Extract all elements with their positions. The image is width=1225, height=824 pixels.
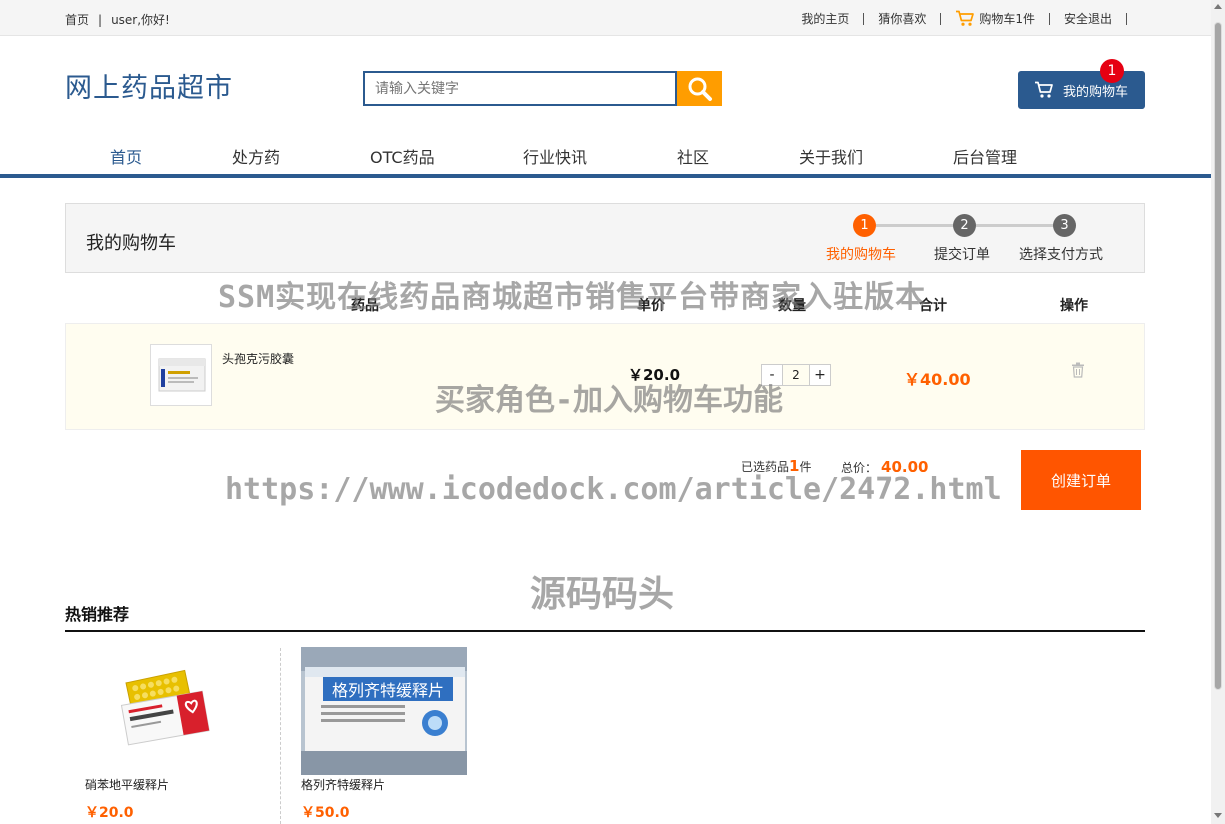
medicine-box-image: 格列齐特缓释片 [301, 647, 467, 775]
my-cart-button[interactable]: 我的购物车 1 [1018, 59, 1145, 109]
top-cart-link[interactable]: 购物车1件 [955, 10, 1035, 27]
nav-item-community[interactable]: 社区 [677, 144, 709, 168]
cart-icon [1035, 81, 1053, 98]
row-subtotal: ￥40.00 [904, 370, 971, 389]
top-cart-count: 购物车1件 [979, 12, 1035, 26]
my-home-link[interactable]: 我的主页 [801, 10, 849, 27]
scrollbar-thumb[interactable] [1214, 22, 1222, 690]
hot-item-1-image[interactable] [110, 668, 215, 748]
guess-you-like-link[interactable]: 猜你喜欢 [878, 10, 926, 27]
create-order-button[interactable]: 创建订单 [1021, 450, 1141, 510]
separator: | [98, 13, 103, 27]
nav-item-home[interactable]: 首页 [110, 144, 142, 168]
step-3-dot: 3 [1053, 214, 1076, 237]
step-2-label: 提交订单 [934, 247, 990, 263]
main-nav: 首页 处方药 OTC药品 行业快讯 社区 关于我们 后台管理 [0, 138, 1211, 178]
top-bar-left: 首页 | user,你好! [65, 11, 170, 28]
page-scrollbar[interactable] [1211, 0, 1225, 824]
watermark-title: SSM实现在线药品商城超市销售平台带商家入驻版本 [218, 280, 927, 315]
site-logo[interactable]: 网上药品超市 [65, 66, 233, 105]
search-button[interactable] [677, 71, 722, 106]
box-label-text: 格列齐特缓释片 [332, 681, 444, 700]
cart-badge: 1 [1100, 59, 1124, 83]
hot-item-2-price: ￥50.0 [301, 805, 350, 821]
search-input[interactable] [363, 71, 677, 106]
search-icon [688, 77, 712, 101]
increase-button[interactable]: + [809, 364, 831, 386]
product-name[interactable]: 头孢克污胶囊 [222, 350, 294, 367]
delete-button[interactable] [1071, 362, 1085, 382]
hot-item-2-image[interactable]: 格列齐特缓释片 [301, 647, 467, 775]
step-3-label: 选择支付方式 [1019, 247, 1103, 263]
separator [940, 12, 942, 25]
top-bar: 首页 | user,你好! 我的主页 猜你喜欢 购物车1件 安全退出 [0, 0, 1211, 36]
hot-recommend-title: 热销推荐 [65, 605, 130, 624]
separator [863, 12, 865, 25]
step-1-dot: 1 [853, 214, 876, 237]
scroll-up-icon[interactable] [1214, 4, 1222, 9]
step-connector [976, 224, 1054, 227]
nav-item-prescription[interactable]: 处方药 [232, 144, 280, 168]
trash-icon [1072, 362, 1084, 378]
home-link[interactable]: 首页 [65, 13, 89, 27]
watermark-brand: 源码码头 [530, 574, 675, 615]
top-bar-right: 我的主页 猜你喜欢 购物车1件 安全退出 [801, 10, 1141, 27]
step-2-dot: 2 [953, 214, 976, 237]
separator [1126, 12, 1127, 25]
step-1-label: 我的购物车 [826, 247, 896, 263]
item-divider [280, 648, 281, 824]
hot-item-1-price: ￥20.0 [85, 805, 134, 821]
cart-icon [956, 10, 975, 26]
logout-link[interactable]: 安全退出 [1064, 10, 1112, 27]
nav-item-otc[interactable]: OTC药品 [370, 144, 435, 168]
separator [1048, 12, 1050, 25]
step-connector [876, 224, 954, 227]
section-divider [65, 630, 1145, 632]
column-header-actions: 操作 [1060, 298, 1088, 314]
product-thumbnail[interactable] [150, 344, 212, 406]
nav-item-admin[interactable]: 后台管理 [953, 144, 1017, 168]
watermark-subtitle: 买家角色-加入购物车功能 [435, 383, 784, 418]
user-greeting: user,你好! [111, 13, 170, 27]
medicine-box-image [120, 669, 210, 746]
nav-item-news[interactable]: 行业快讯 [523, 144, 587, 168]
quantity-value[interactable]: 2 [783, 364, 809, 386]
scroll-down-icon[interactable] [1214, 813, 1222, 818]
my-cart-label: 我的购物车 [1063, 84, 1129, 100]
watermark-url: https://www.icodedock.com/article/2472.h… [225, 472, 1002, 507]
hot-item-1-name[interactable]: 硝苯地平缓释片 [85, 776, 169, 793]
medicine-box-image [158, 358, 206, 392]
cart-title: 我的购物车 [86, 233, 176, 254]
nav-item-about[interactable]: 关于我们 [799, 144, 863, 168]
hot-item-2-name[interactable]: 格列齐特缓释片 [301, 776, 385, 793]
